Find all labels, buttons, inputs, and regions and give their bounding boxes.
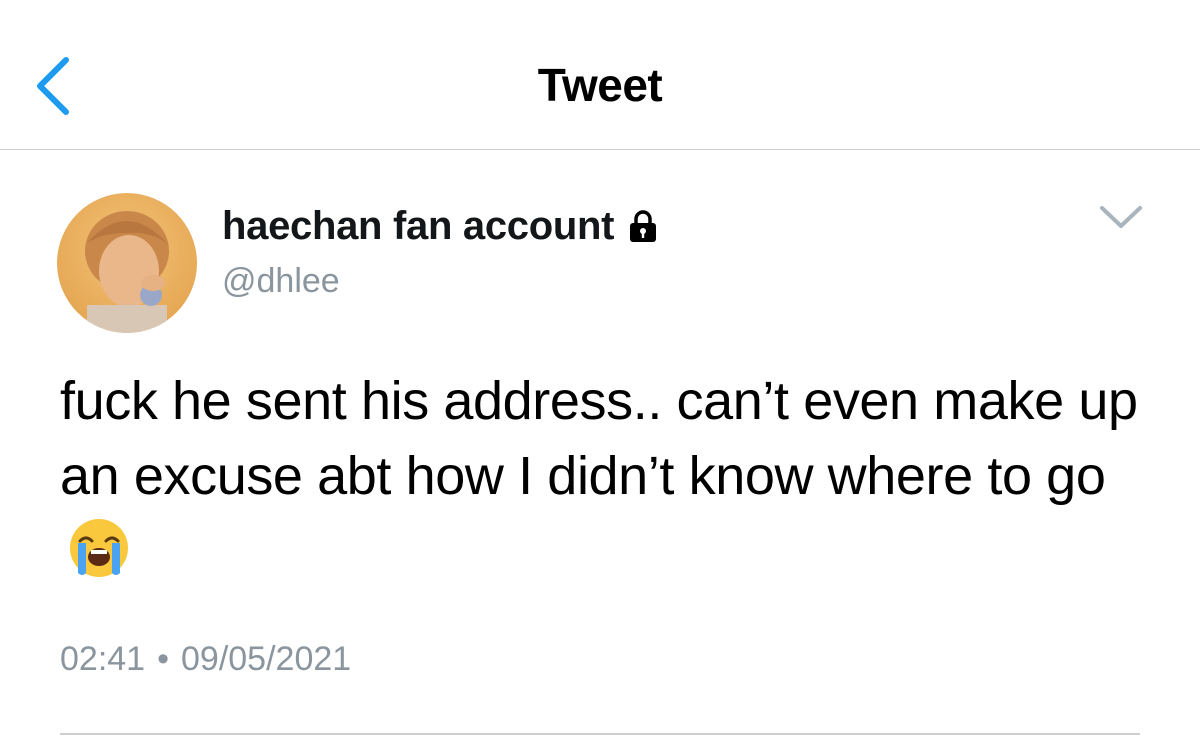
lock-icon — [630, 210, 657, 242]
author-name-row: haechan fan account — [222, 200, 658, 252]
display-name[interactable]: haechan fan account — [222, 204, 614, 249]
more-options-button[interactable] — [1096, 196, 1146, 236]
avatar[interactable] — [57, 193, 197, 333]
tweet-date: 09/05/2021 — [181, 640, 352, 678]
chevron-down-icon — [1100, 206, 1142, 228]
tweet-time: 02:41 — [60, 640, 146, 678]
tweet-body: fuck he sent his address.. can’t even ma… — [60, 364, 1140, 589]
loudly-crying-face-emoji — [70, 519, 128, 577]
timestamp-separator: • — [157, 640, 169, 678]
divider — [60, 733, 1140, 735]
user-handle[interactable]: @dhlee — [222, 262, 340, 301]
tweet-timestamp: 02:41 • 09/05/2021 — [60, 640, 351, 679]
page-title: Tweet — [537, 59, 663, 111]
tweet-text: fuck he sent his address.. can’t even ma… — [60, 371, 1138, 506]
navigation-bar: Tweet — [0, 0, 1200, 150]
